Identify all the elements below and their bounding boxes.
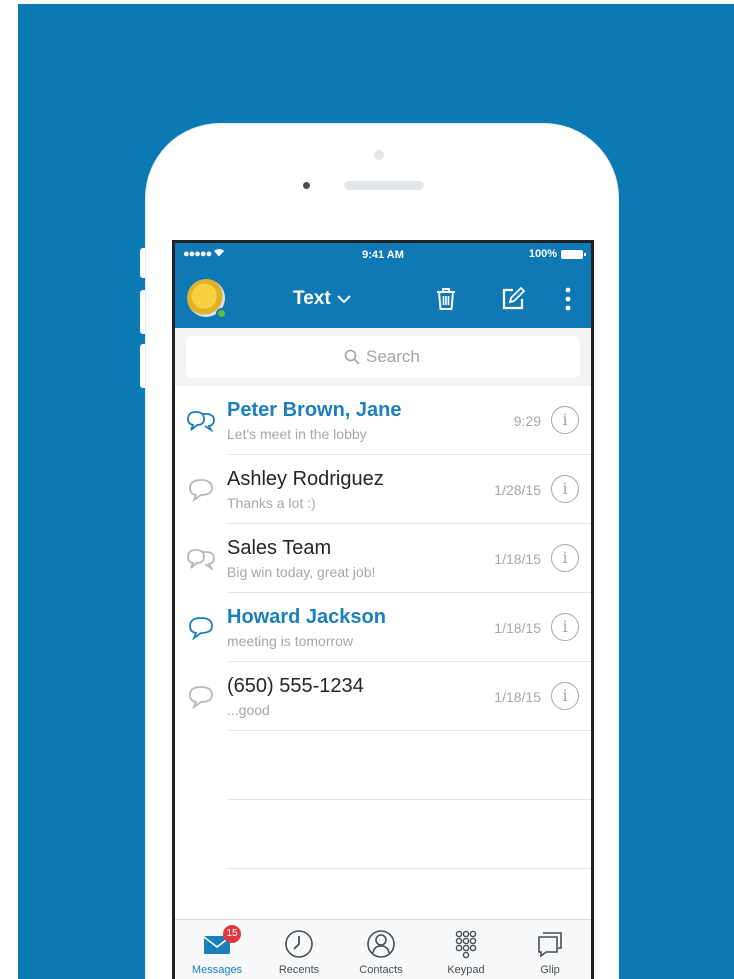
message-preview: Let's meet in the lobby [227, 426, 367, 442]
status-bar: ●●●●● 9:41 AM 100% [175, 243, 591, 265]
conversation-row[interactable]: Peter Brown, Jane Let's meet in the lobb… [175, 386, 591, 455]
earpiece-speaker [344, 181, 424, 190]
keypad-icon [455, 930, 477, 959]
compose-icon [502, 286, 526, 310]
message-preview: meeting is tomorrow [227, 633, 354, 649]
message-time: 1/28/15 [494, 482, 541, 498]
chat-bubble-icon [186, 684, 216, 710]
tab-keypad[interactable]: Keypad [426, 928, 506, 976]
empty-list-row [175, 731, 591, 800]
front-camera [374, 150, 384, 160]
message-type-dropdown[interactable]: Text [293, 288, 351, 310]
tab-label: Keypad [447, 964, 485, 976]
tab-label: Messages [191, 964, 243, 976]
tab-label: Glip [540, 964, 560, 976]
presence-indicator [216, 308, 227, 319]
row-divider [228, 868, 591, 869]
battery-icon [561, 249, 586, 259]
search-bar [175, 328, 591, 386]
clock-icon [285, 930, 313, 958]
chat-bubble-icon [186, 477, 216, 503]
phone-screen: ●●●●● 9:41 AM 100% Text Search Peter Bro… [172, 240, 594, 979]
info-icon[interactable]: i [551, 682, 579, 710]
delete-button[interactable] [433, 286, 459, 312]
chevron-down-icon [336, 295, 351, 304]
tab-messages[interactable]: 15 Messages [177, 925, 257, 976]
message-time: 1/18/15 [494, 620, 541, 636]
header-title: Text [293, 288, 331, 309]
conversation-row[interactable]: Sales Team Big win today, great job! 1/1… [175, 524, 591, 593]
bottom-tab-bar: 15 Messages Recents Contacts Keypad Glip [175, 919, 591, 979]
info-icon[interactable]: i [551, 613, 579, 641]
tab-recents[interactable]: Recents [259, 928, 339, 976]
message-preview: ...good [227, 702, 270, 718]
info-icon[interactable]: i [551, 475, 579, 503]
tab-contacts[interactable]: Contacts [341, 928, 421, 976]
contact-name: (650) 555-1234 [227, 675, 364, 697]
trash-icon [437, 288, 455, 310]
contact-name: Howard Jackson [227, 606, 386, 628]
unread-badge: 15 [223, 925, 241, 943]
compose-button[interactable] [500, 286, 526, 312]
battery-indicator: 100% [528, 248, 586, 260]
person-icon [367, 930, 395, 958]
message-time: 1/18/15 [494, 689, 541, 705]
message-preview: Thanks a lot :) [227, 495, 316, 511]
tab-glip[interactable]: Glip [510, 928, 590, 976]
proximity-sensor [303, 182, 310, 189]
conversation-row[interactable]: (650) 555-1234 ...good 1/18/15 i [175, 662, 591, 731]
battery-percent: 100% [528, 248, 557, 260]
message-time: 9:29 [513, 413, 541, 429]
search-input[interactable] [366, 347, 422, 367]
message-time: 1/18/15 [494, 551, 541, 567]
more-options-button[interactable] [555, 286, 581, 312]
search-field[interactable] [186, 336, 580, 378]
conversation-row[interactable]: Ashley Rodriguez Thanks a lot :) 1/28/15… [175, 455, 591, 524]
chat-bubble-icon [186, 615, 216, 641]
group-chat-bubble-icon [186, 408, 216, 434]
empty-list-row [175, 800, 591, 869]
message-preview: Big win today, great job! [227, 564, 376, 580]
contact-name: Sales Team [227, 537, 332, 559]
app-header: ●●●●● 9:41 AM 100% Text [175, 243, 591, 328]
info-icon[interactable]: i [551, 544, 579, 572]
conversation-row[interactable]: Howard Jackson meeting is tomorrow 1/18/… [175, 593, 591, 662]
contact-name: Ashley Rodriguez [227, 468, 384, 490]
conversation-list: Peter Brown, Jane Let's meet in the lobb… [175, 386, 591, 869]
info-icon[interactable]: i [551, 406, 579, 434]
tab-label: Contacts [359, 964, 403, 976]
group-chat-bubble-icon [186, 546, 216, 572]
chat-window-icon [538, 932, 562, 958]
more-vertical-icon [565, 287, 571, 311]
search-icon [344, 349, 360, 365]
tab-label: Recents [278, 964, 320, 976]
contact-name: Peter Brown, Jane [227, 399, 402, 421]
